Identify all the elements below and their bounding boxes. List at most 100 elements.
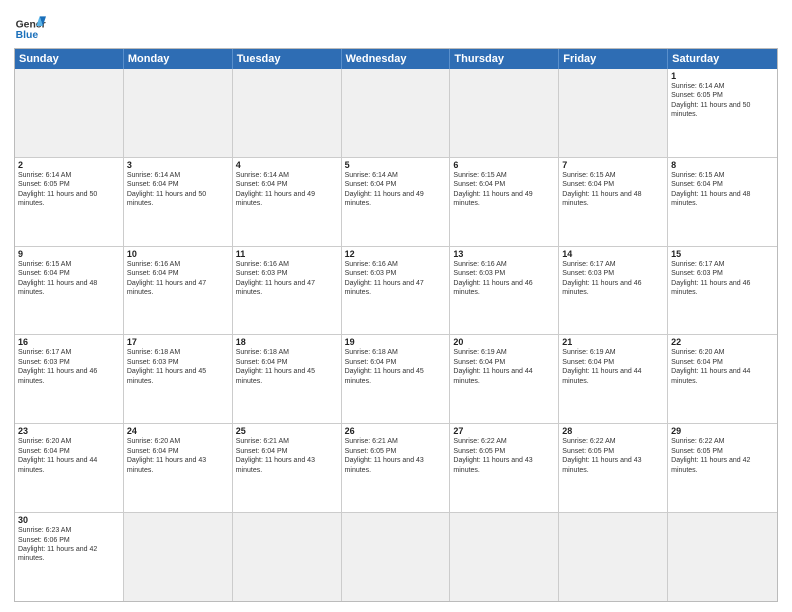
day-number: 29 [671, 426, 774, 436]
weekday-header: Thursday [450, 49, 559, 69]
day-info: Sunrise: 6:16 AMSunset: 6:04 PMDaylight:… [127, 260, 229, 298]
day-info: Sunrise: 6:17 AMSunset: 6:03 PMDaylight:… [671, 260, 774, 298]
logo: General Blue [14, 10, 46, 42]
calendar-cell: 17Sunrise: 6:18 AMSunset: 6:03 PMDayligh… [124, 335, 233, 423]
day-number: 27 [453, 426, 555, 436]
day-info: Sunrise: 6:17 AMSunset: 6:03 PMDaylight:… [562, 260, 664, 298]
day-info: Sunrise: 6:19 AMSunset: 6:04 PMDaylight:… [453, 348, 555, 386]
day-number: 10 [127, 249, 229, 259]
day-info: Sunrise: 6:20 AMSunset: 6:04 PMDaylight:… [671, 348, 774, 386]
calendar-cell: 27Sunrise: 6:22 AMSunset: 6:05 PMDayligh… [450, 424, 559, 512]
calendar-cell [124, 69, 233, 157]
day-info: Sunrise: 6:22 AMSunset: 6:05 PMDaylight:… [453, 437, 555, 475]
weekday-header: Tuesday [233, 49, 342, 69]
day-info: Sunrise: 6:22 AMSunset: 6:05 PMDaylight:… [562, 437, 664, 475]
day-info: Sunrise: 6:16 AMSunset: 6:03 PMDaylight:… [236, 260, 338, 298]
day-info: Sunrise: 6:19 AMSunset: 6:04 PMDaylight:… [562, 348, 664, 386]
calendar-cell [15, 69, 124, 157]
calendar-cell: 9Sunrise: 6:15 AMSunset: 6:04 PMDaylight… [15, 247, 124, 335]
day-info: Sunrise: 6:16 AMSunset: 6:03 PMDaylight:… [453, 260, 555, 298]
calendar-row: 16Sunrise: 6:17 AMSunset: 6:03 PMDayligh… [15, 335, 777, 424]
calendar-header: SundayMondayTuesdayWednesdayThursdayFrid… [15, 49, 777, 69]
day-number: 13 [453, 249, 555, 259]
day-number: 7 [562, 160, 664, 170]
day-info: Sunrise: 6:15 AMSunset: 6:04 PMDaylight:… [671, 171, 774, 209]
calendar-cell: 10Sunrise: 6:16 AMSunset: 6:04 PMDayligh… [124, 247, 233, 335]
calendar-cell: 18Sunrise: 6:18 AMSunset: 6:04 PMDayligh… [233, 335, 342, 423]
day-info: Sunrise: 6:18 AMSunset: 6:04 PMDaylight:… [345, 348, 447, 386]
day-number: 22 [671, 337, 774, 347]
day-number: 23 [18, 426, 120, 436]
calendar: SundayMondayTuesdayWednesdayThursdayFrid… [14, 48, 778, 602]
calendar-cell: 8Sunrise: 6:15 AMSunset: 6:04 PMDaylight… [668, 158, 777, 246]
day-info: Sunrise: 6:15 AMSunset: 6:04 PMDaylight:… [453, 171, 555, 209]
day-info: Sunrise: 6:15 AMSunset: 6:04 PMDaylight:… [18, 260, 120, 298]
day-number: 2 [18, 160, 120, 170]
day-number: 1 [671, 71, 774, 81]
calendar-cell [233, 513, 342, 601]
calendar-cell: 19Sunrise: 6:18 AMSunset: 6:04 PMDayligh… [342, 335, 451, 423]
day-number: 9 [18, 249, 120, 259]
calendar-cell: 16Sunrise: 6:17 AMSunset: 6:03 PMDayligh… [15, 335, 124, 423]
calendar-cell: 12Sunrise: 6:16 AMSunset: 6:03 PMDayligh… [342, 247, 451, 335]
calendar-cell: 29Sunrise: 6:22 AMSunset: 6:05 PMDayligh… [668, 424, 777, 512]
calendar-row: 1Sunrise: 6:14 AMSunset: 6:05 PMDaylight… [15, 69, 777, 158]
day-number: 14 [562, 249, 664, 259]
day-number: 20 [453, 337, 555, 347]
day-number: 28 [562, 426, 664, 436]
day-number: 4 [236, 160, 338, 170]
day-info: Sunrise: 6:21 AMSunset: 6:05 PMDaylight:… [345, 437, 447, 475]
calendar-row: 2Sunrise: 6:14 AMSunset: 6:05 PMDaylight… [15, 158, 777, 247]
day-number: 25 [236, 426, 338, 436]
page: General Blue SundayMondayTuesdayWednesda… [0, 0, 792, 612]
logo-icon: General Blue [14, 10, 46, 42]
calendar-cell: 7Sunrise: 6:15 AMSunset: 6:04 PMDaylight… [559, 158, 668, 246]
weekday-header: Monday [124, 49, 233, 69]
calendar-cell: 21Sunrise: 6:19 AMSunset: 6:04 PMDayligh… [559, 335, 668, 423]
day-info: Sunrise: 6:14 AMSunset: 6:05 PMDaylight:… [671, 82, 774, 120]
calendar-cell: 20Sunrise: 6:19 AMSunset: 6:04 PMDayligh… [450, 335, 559, 423]
weekday-header: Sunday [15, 49, 124, 69]
calendar-cell: 4Sunrise: 6:14 AMSunset: 6:04 PMDaylight… [233, 158, 342, 246]
day-info: Sunrise: 6:14 AMSunset: 6:04 PMDaylight:… [127, 171, 229, 209]
day-number: 3 [127, 160, 229, 170]
calendar-cell: 23Sunrise: 6:20 AMSunset: 6:04 PMDayligh… [15, 424, 124, 512]
day-info: Sunrise: 6:18 AMSunset: 6:03 PMDaylight:… [127, 348, 229, 386]
calendar-cell: 2Sunrise: 6:14 AMSunset: 6:05 PMDaylight… [15, 158, 124, 246]
calendar-cell [559, 513, 668, 601]
day-info: Sunrise: 6:20 AMSunset: 6:04 PMDaylight:… [127, 437, 229, 475]
calendar-cell: 22Sunrise: 6:20 AMSunset: 6:04 PMDayligh… [668, 335, 777, 423]
day-info: Sunrise: 6:17 AMSunset: 6:03 PMDaylight:… [18, 348, 120, 386]
day-number: 15 [671, 249, 774, 259]
day-info: Sunrise: 6:22 AMSunset: 6:05 PMDaylight:… [671, 437, 774, 475]
day-number: 17 [127, 337, 229, 347]
calendar-cell: 14Sunrise: 6:17 AMSunset: 6:03 PMDayligh… [559, 247, 668, 335]
calendar-cell: 28Sunrise: 6:22 AMSunset: 6:05 PMDayligh… [559, 424, 668, 512]
weekday-header: Friday [559, 49, 668, 69]
day-info: Sunrise: 6:15 AMSunset: 6:04 PMDaylight:… [562, 171, 664, 209]
day-number: 5 [345, 160, 447, 170]
weekday-header: Saturday [668, 49, 777, 69]
calendar-cell: 24Sunrise: 6:20 AMSunset: 6:04 PMDayligh… [124, 424, 233, 512]
day-info: Sunrise: 6:14 AMSunset: 6:04 PMDaylight:… [345, 171, 447, 209]
calendar-cell [233, 69, 342, 157]
day-info: Sunrise: 6:21 AMSunset: 6:04 PMDaylight:… [236, 437, 338, 475]
calendar-row: 9Sunrise: 6:15 AMSunset: 6:04 PMDaylight… [15, 247, 777, 336]
day-number: 24 [127, 426, 229, 436]
day-number: 19 [345, 337, 447, 347]
day-info: Sunrise: 6:20 AMSunset: 6:04 PMDaylight:… [18, 437, 120, 475]
day-number: 8 [671, 160, 774, 170]
calendar-cell: 25Sunrise: 6:21 AMSunset: 6:04 PMDayligh… [233, 424, 342, 512]
day-number: 26 [345, 426, 447, 436]
calendar-cell [124, 513, 233, 601]
svg-text:Blue: Blue [16, 30, 39, 41]
day-number: 18 [236, 337, 338, 347]
day-number: 11 [236, 249, 338, 259]
day-info: Sunrise: 6:18 AMSunset: 6:04 PMDaylight:… [236, 348, 338, 386]
calendar-body: 1Sunrise: 6:14 AMSunset: 6:05 PMDaylight… [15, 69, 777, 601]
calendar-cell: 13Sunrise: 6:16 AMSunset: 6:03 PMDayligh… [450, 247, 559, 335]
day-number: 16 [18, 337, 120, 347]
calendar-cell: 26Sunrise: 6:21 AMSunset: 6:05 PMDayligh… [342, 424, 451, 512]
calendar-cell [342, 513, 451, 601]
day-info: Sunrise: 6:16 AMSunset: 6:03 PMDaylight:… [345, 260, 447, 298]
